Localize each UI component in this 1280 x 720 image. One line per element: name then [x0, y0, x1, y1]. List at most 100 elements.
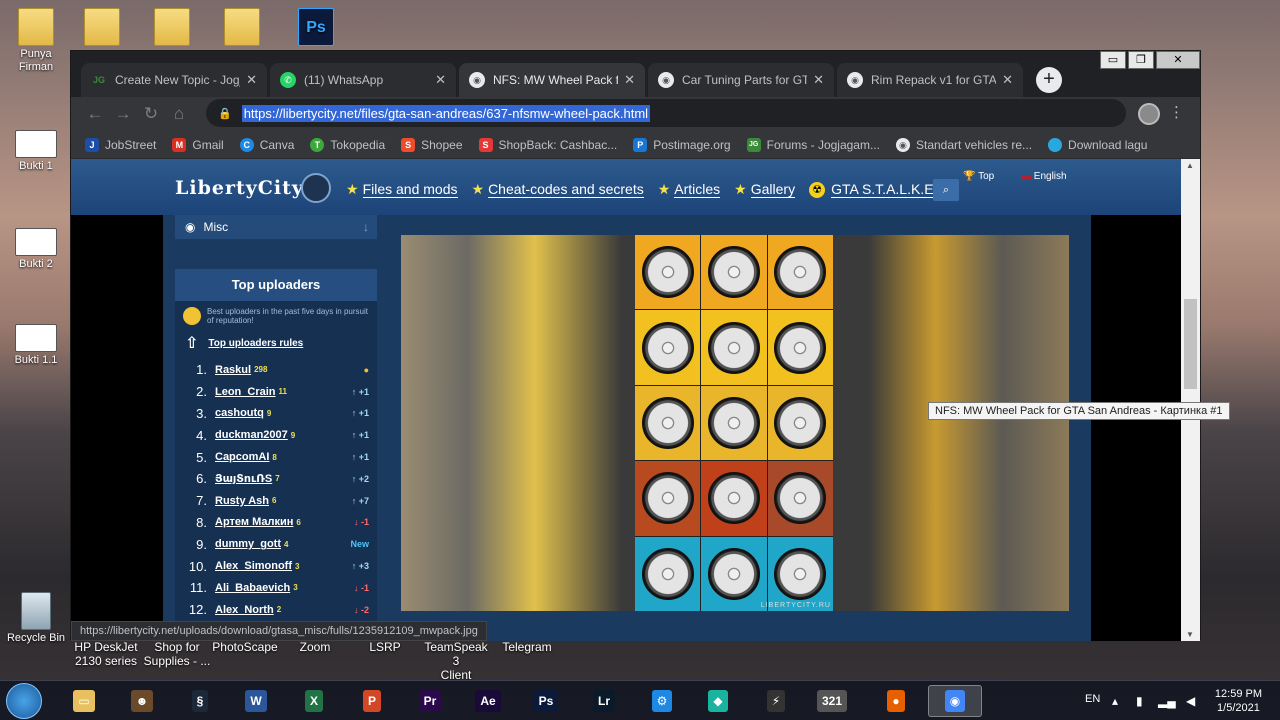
address-bar[interactable]: 🔒 https://libertycity.net/files/gta-san-… [206, 99, 1126, 127]
close-window-button[interactable]: ✕ [1156, 51, 1200, 69]
desktop-file-bukti-1-1[interactable]: Bukti 1.1 [0, 314, 72, 367]
taskbar-app-photoshop[interactable]: Ps [528, 685, 564, 717]
scrollbar-thumb[interactable] [1184, 299, 1197, 389]
menu-cheat-codes[interactable]: ★ Cheat-codes and secrets [472, 181, 644, 198]
desktop-folder-punya-firman[interactable]: Punya Firman [0, 8, 72, 74]
forward-icon[interactable]: → [109, 104, 137, 124]
start-button[interactable] [6, 683, 42, 719]
desktop-psd-file[interactable]: Ps [280, 8, 352, 48]
menu-gallery[interactable]: ★ Gallery [734, 181, 796, 198]
tab-create-topic[interactable]: JG Create New Topic - Jogjag ✕ [81, 63, 267, 97]
desktop-label-telegram[interactable]: Telegram [496, 640, 558, 654]
close-tab-icon[interactable]: ✕ [246, 72, 257, 88]
desktop-label-photoscape[interactable]: PhotoScape [212, 640, 278, 654]
desktop-label-hp-deskjet[interactable]: HP DeskJet 2130 series [74, 640, 138, 668]
close-tab-icon[interactable]: ✕ [1002, 72, 1013, 88]
taskbar-app-app[interactable]: ⚙ [644, 685, 680, 717]
uploader-name-link[interactable]: duckman2007 [215, 429, 288, 441]
uploader-name-link[interactable]: ՅայՏուՌS [215, 472, 272, 485]
profile-avatar[interactable] [1138, 103, 1160, 125]
taskbar-app-premiere[interactable]: Pr [412, 685, 448, 717]
back-icon[interactable]: ← [81, 104, 109, 124]
uploader-name-link[interactable]: Alex_Simonoff [215, 560, 292, 572]
tab-nfs-wheel-pack[interactable]: ◉ NFS: MW Wheel Pack for GTA ✕ [459, 63, 645, 97]
uploader-name-link[interactable]: CapcomAI [215, 451, 269, 463]
menu-kebab-icon[interactable]: ⋮ [1169, 103, 1184, 121]
page-scrollbar[interactable]: ▲ ▼ [1181, 159, 1200, 641]
menu-articles[interactable]: ★ Articles [658, 181, 721, 198]
minimize-button[interactable]: ▭ [1100, 51, 1126, 69]
close-tab-icon[interactable]: ✕ [813, 72, 824, 88]
bookmark-jobstreet[interactable]: J JobStreet [85, 137, 156, 152]
uploader-name-link[interactable]: Raskul [215, 364, 251, 376]
close-tab-icon[interactable]: ✕ [624, 72, 635, 88]
site-logo[interactable]: LibertyCity [175, 177, 304, 199]
uploader-name-link[interactable]: Артем Малкин [215, 516, 293, 528]
user-avatar[interactable] [301, 173, 331, 203]
desktop-file-bukti-2[interactable]: Bukti 2 [0, 218, 72, 271]
sidebar-item-misc[interactable]: ◉ Misc ↓ [175, 215, 377, 239]
maximize-button[interactable]: ❐ [1128, 51, 1154, 69]
uploader-name-link[interactable]: dummy_gott [215, 538, 281, 550]
site-search-button[interactable]: ⌕ [933, 179, 959, 201]
uploader-name-link[interactable]: cashoutq [215, 407, 264, 419]
uploader-name-link[interactable]: Ali_Babaevich [215, 582, 290, 594]
bookmark-shopback[interactable]: S ShopBack: Cashbac... [478, 137, 617, 152]
reload-icon[interactable]: ↻ [137, 104, 165, 124]
taskbar-app-after-effects[interactable]: Ae [470, 685, 506, 717]
taskbar-app-powerpoint[interactable]: P [354, 685, 390, 717]
taskbar-app-gta[interactable]: ☻ [124, 685, 160, 717]
bookmark-postimage[interactable]: P Postimage.org [633, 137, 731, 152]
url-text[interactable]: https://libertycity.net/files/gta-san-an… [241, 104, 651, 122]
taskbar-app-steam[interactable]: § [182, 685, 218, 717]
desktop-folder[interactable] [66, 8, 138, 48]
top-link[interactable]: 🏆 Top [963, 171, 994, 182]
close-tab-icon[interactable]: ✕ [435, 72, 446, 88]
scroll-up-icon[interactable]: ▲ [1186, 161, 1194, 170]
taskbar-app-firefox[interactable]: ● [878, 685, 914, 717]
uploader-name-link[interactable]: Leon_Crain [215, 386, 276, 398]
bookmark-tokopedia[interactable]: T Tokopedia [310, 137, 385, 152]
uploader-name-link[interactable]: Rusty Ash [215, 495, 269, 507]
taskbar-app-explorer[interactable]: ▭ [66, 685, 102, 717]
taskbar-app-chrome[interactable]: ◉ [928, 685, 982, 717]
desktop-label-zoom[interactable]: Zoom [284, 640, 346, 654]
taskbar-app-video[interactable]: 321 [814, 685, 850, 717]
desktop-label-shop-supplies[interactable]: Shop for Supplies - ... [142, 640, 212, 668]
new-tab-button[interactable]: + [1036, 67, 1062, 93]
clock[interactable]: 12:59 PM 1/5/2021 [1215, 687, 1262, 715]
menu-gta-stalker[interactable]: ☢ GTA S.T.A.L.K.E.R. [809, 181, 952, 198]
language-switch[interactable]: ▬ English [1021, 171, 1067, 182]
tab-car-tuning[interactable]: ◉ Car Tuning Parts for GTA San ✕ [648, 63, 834, 97]
taskbar-app-excel[interactable]: X [296, 685, 332, 717]
taskbar-app-lightroom[interactable]: Lr [586, 685, 622, 717]
desktop-label-teamspeak[interactable]: TeamSpeak 3 Client [420, 640, 492, 682]
uploader-name-link[interactable]: Alex_North [215, 604, 274, 616]
tab-rim-repack[interactable]: ◉ Rim Repack v1 for GTA San ✕ [837, 63, 1023, 97]
bookmark-download-lagu[interactable]: Download lagu [1048, 137, 1147, 152]
scroll-down-icon[interactable]: ▼ [1186, 630, 1194, 639]
wheel-pack-screenshot[interactable]: LIBERTYCITY.RU [401, 235, 1069, 611]
taskbar-app-tool[interactable]: ⚡ [758, 685, 794, 717]
desktop-label-lsrp[interactable]: LSRP [354, 640, 416, 654]
bookmark-forums-jogjagamers[interactable]: JG Forums - Jogjagam... [746, 137, 880, 152]
taskbar-app-filmora[interactable]: ◆ [700, 685, 736, 717]
network-icon[interactable]: ▂▄ [1158, 694, 1176, 708]
taskbar-app-word[interactable]: W [238, 685, 274, 717]
desktop-file-bukti-1[interactable]: Bukti 1 [0, 120, 72, 173]
lock-icon[interactable]: 🔒 [218, 107, 232, 120]
bookmark-canva[interactable]: C Canva [239, 137, 294, 152]
volume-icon[interactable]: ◀ [1186, 694, 1195, 708]
desktop-recycle-bin[interactable]: Recycle Bin [0, 592, 72, 645]
desktop-folder[interactable] [136, 8, 208, 48]
language-indicator[interactable]: EN [1085, 693, 1100, 705]
bookmark-standart-vehicles[interactable]: ◉ Standart vehicles re... [895, 137, 1032, 152]
battery-icon[interactable]: ▮ [1136, 694, 1143, 708]
home-icon[interactable]: ⌂ [165, 104, 193, 124]
top-uploaders-rules-link[interactable]: ⇧ Top uploaders rules [175, 331, 377, 359]
menu-files-mods[interactable]: ★ Files and mods [346, 181, 458, 198]
desktop-folder[interactable] [206, 8, 278, 48]
tab-whatsapp[interactable]: ✆ (11) WhatsApp ✕ [270, 63, 456, 97]
bookmark-shopee[interactable]: S Shopee [401, 137, 463, 152]
tray-arrow-icon[interactable]: ▴ [1112, 694, 1118, 708]
